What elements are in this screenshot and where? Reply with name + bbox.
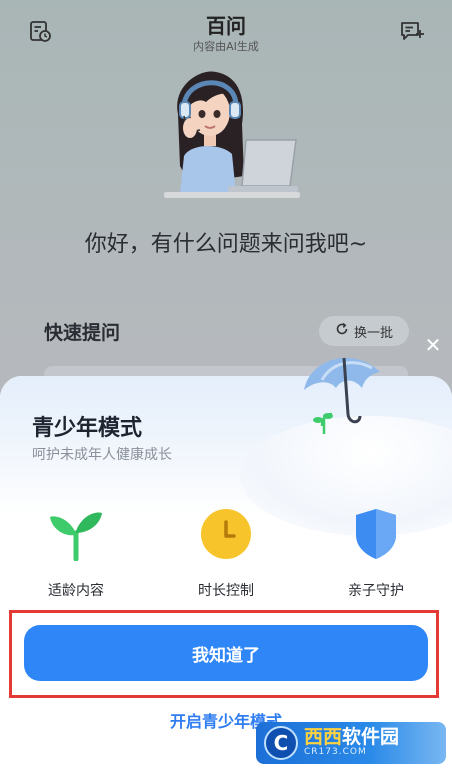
refresh-label: 换一批 bbox=[353, 325, 393, 341]
sprout-icon bbox=[46, 506, 106, 562]
shield-icon bbox=[346, 506, 406, 562]
feature-label: 时长控制 bbox=[198, 583, 254, 599]
feature-label: 亲子守护 bbox=[348, 583, 404, 599]
top-bar: 百问 内容由AI生成 bbox=[0, 0, 452, 60]
greeting-text: 你好，有什么问题来问我吧~ bbox=[84, 232, 368, 257]
close-icon[interactable]: ✕ bbox=[422, 334, 444, 356]
watermark-brand: 西西软件园 bbox=[304, 726, 400, 749]
refresh-button[interactable]: 换一批 bbox=[319, 316, 409, 346]
assistant-avatar bbox=[150, 66, 300, 200]
sheet-subtitle: 呵护未成年人健康成长 bbox=[32, 447, 172, 463]
acknowledge-button[interactable]: 我知道了 bbox=[24, 625, 428, 681]
refresh-icon bbox=[335, 322, 349, 340]
feature-time-control: 时长控制 bbox=[166, 506, 286, 606]
site-watermark: C 西西软件园 CR173.COM bbox=[256, 722, 446, 764]
feature-age-appropriate: 适龄内容 bbox=[16, 506, 136, 606]
watermark-text: 西西软件园 CR173.COM bbox=[304, 726, 400, 758]
feature-parental-guard: 亲子守护 bbox=[316, 506, 436, 606]
ai-disclaimer: 内容由AI生成 bbox=[193, 40, 259, 53]
clock-icon bbox=[196, 506, 256, 562]
quick-questions-title: 快速提问 bbox=[44, 322, 121, 344]
watermark-logo-icon: C bbox=[264, 726, 298, 760]
umbrella-icon bbox=[292, 344, 392, 444]
watermark-url: CR173.COM bbox=[304, 747, 367, 758]
feature-label: 适龄内容 bbox=[48, 583, 104, 599]
new-chat-icon[interactable] bbox=[398, 17, 426, 45]
page-title: 百问 bbox=[206, 14, 246, 38]
sheet-title: 青少年模式 bbox=[32, 416, 143, 441]
